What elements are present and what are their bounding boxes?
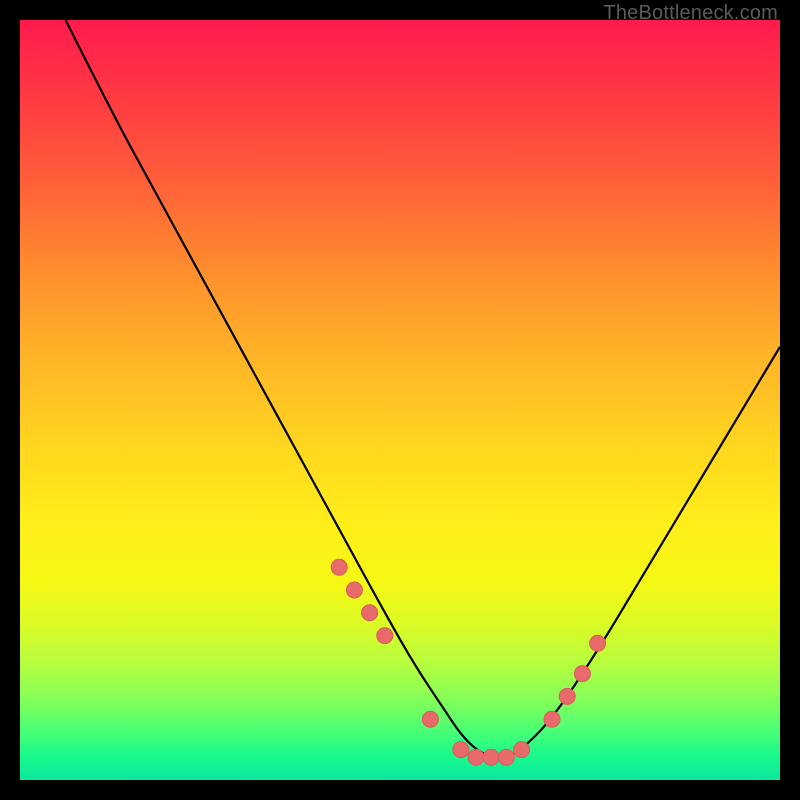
curve-marker bbox=[574, 666, 590, 682]
curve-marker bbox=[483, 749, 499, 765]
curve-marker bbox=[514, 742, 530, 758]
curve-marker bbox=[362, 605, 378, 621]
curve-marker bbox=[331, 559, 347, 575]
curve-marker bbox=[559, 688, 575, 704]
bottleneck-curve-path bbox=[66, 20, 780, 757]
curve-marker bbox=[498, 749, 514, 765]
curve-marker bbox=[468, 749, 484, 765]
curve-marker bbox=[377, 628, 393, 644]
curve-marker bbox=[590, 635, 606, 651]
curve-marker bbox=[422, 711, 438, 727]
curve-marker bbox=[544, 711, 560, 727]
outer-frame: TheBottleneck.com bbox=[0, 0, 800, 800]
curve-svg bbox=[20, 20, 780, 780]
curve-marker bbox=[346, 582, 362, 598]
curve-marker bbox=[453, 742, 469, 758]
plot-area bbox=[20, 20, 780, 780]
